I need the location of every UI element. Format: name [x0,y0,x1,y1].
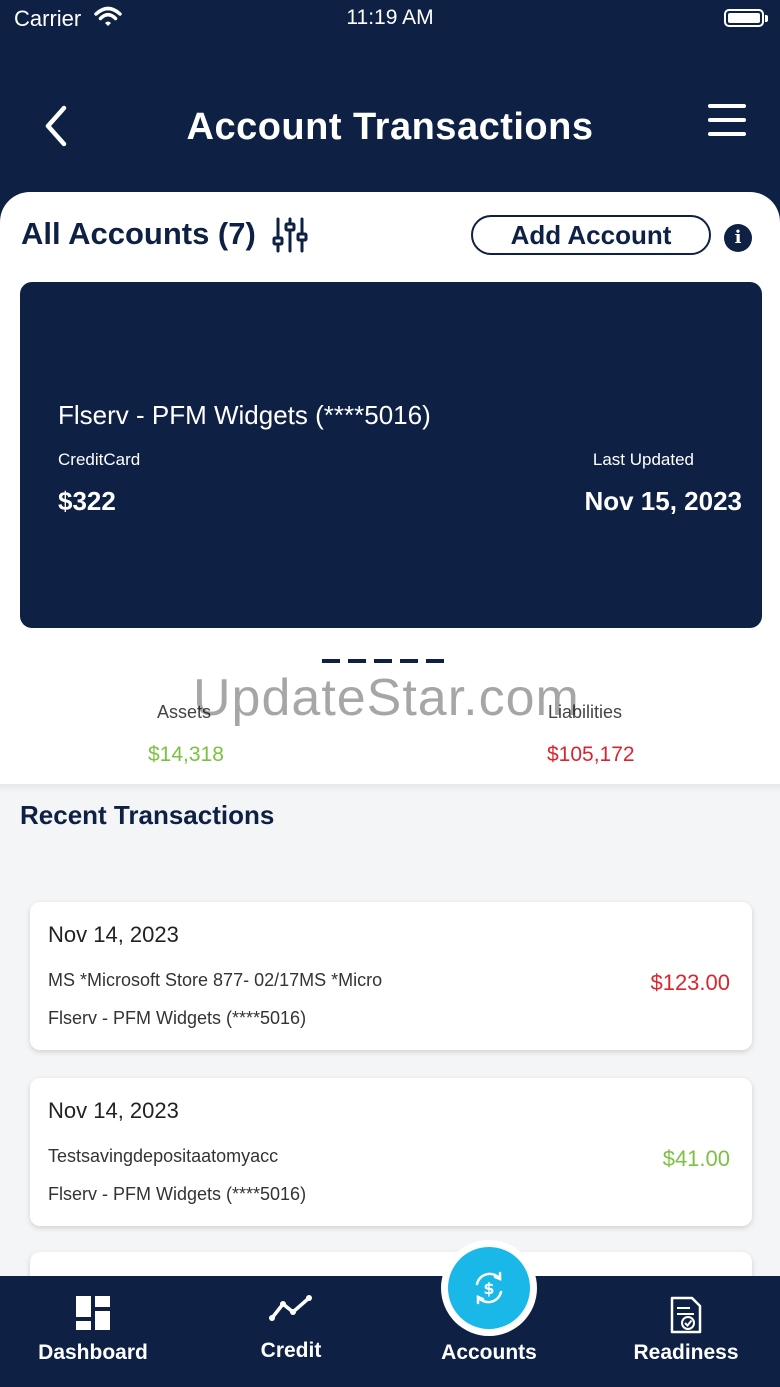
filter-sliders-icon[interactable] [272,216,308,254]
tab-readiness[interactable]: Readiness [590,1276,780,1387]
transaction-card[interactable]: Nov 14, 2023 Testsavingdepositaatomyacc … [30,1078,752,1226]
transaction-amount: $123.00 [650,970,730,995]
tab-dashboard[interactable]: Dashboard [0,1276,186,1387]
recent-transactions-title: Recent Transactions [20,800,275,830]
battery-tip [765,15,768,22]
info-icon[interactable]: i [724,224,752,252]
document-check-icon [670,1296,702,1334]
transaction-date: Nov 14, 2023 [48,922,179,947]
tab-dashboard-label: Dashboard [38,1341,148,1364]
liabilities-value: $105,172 [547,743,635,766]
card-balance: $322 [58,486,116,516]
tab-credit[interactable]: Credit [196,1276,386,1387]
transaction-date: Nov 14, 2023 [48,1098,179,1123]
all-accounts-label[interactable]: All Accounts (7) [21,216,256,252]
tab-readiness-label: Readiness [633,1341,739,1364]
transaction-amount: $41.00 [662,1146,730,1171]
card-last-updated-label: Last Updated [592,450,694,469]
assets-value: $14,318 [148,743,224,766]
status-time: 11:19 AM [346,6,434,29]
page-title: Account Transactions [186,106,594,148]
battery-icon [724,9,764,27]
watermark: UpdateStar.com [193,669,580,727]
trend-line-icon [269,1295,312,1321]
account-card[interactable]: Flserv - PFM Widgets (****5016) CreditCa… [20,282,762,628]
dashboard-icon [76,1296,110,1330]
transaction-card[interactable]: Nov 14, 2023 MS *Microsoft Store 877- 02… [30,902,752,1050]
add-account-button[interactable]: Add Account [471,215,711,255]
accounts-fab[interactable]: $ [448,1247,530,1329]
transaction-account: Flserv - PFM Widgets (****5016) [48,1184,307,1204]
card-account-name: Flserv - PFM Widgets (****5016) [58,400,431,430]
transaction-description: Testsavingdepositaatomyacc [48,1146,279,1166]
divider [0,784,780,792]
svg-text:$: $ [483,1279,494,1298]
card-last-updated-date: Nov 15, 2023 [584,486,742,516]
transaction-account: Flserv - PFM Widgets (****5016) [48,1008,307,1028]
carousel-page-indicator[interactable] [322,659,462,664]
tab-credit-label: Credit [260,1339,322,1362]
tab-accounts-label: Accounts [441,1341,537,1364]
bottom-tab-bar: Dashboard Credit Accounts Readiness [0,1276,780,1387]
hamburger-menu-icon[interactable] [708,104,748,136]
card-account-type: CreditCard [58,450,141,469]
transaction-description: MS *Microsoft Store 877- 02/17MS *Micro [48,970,383,990]
dollar-exchange-icon: $ [475,1271,503,1305]
